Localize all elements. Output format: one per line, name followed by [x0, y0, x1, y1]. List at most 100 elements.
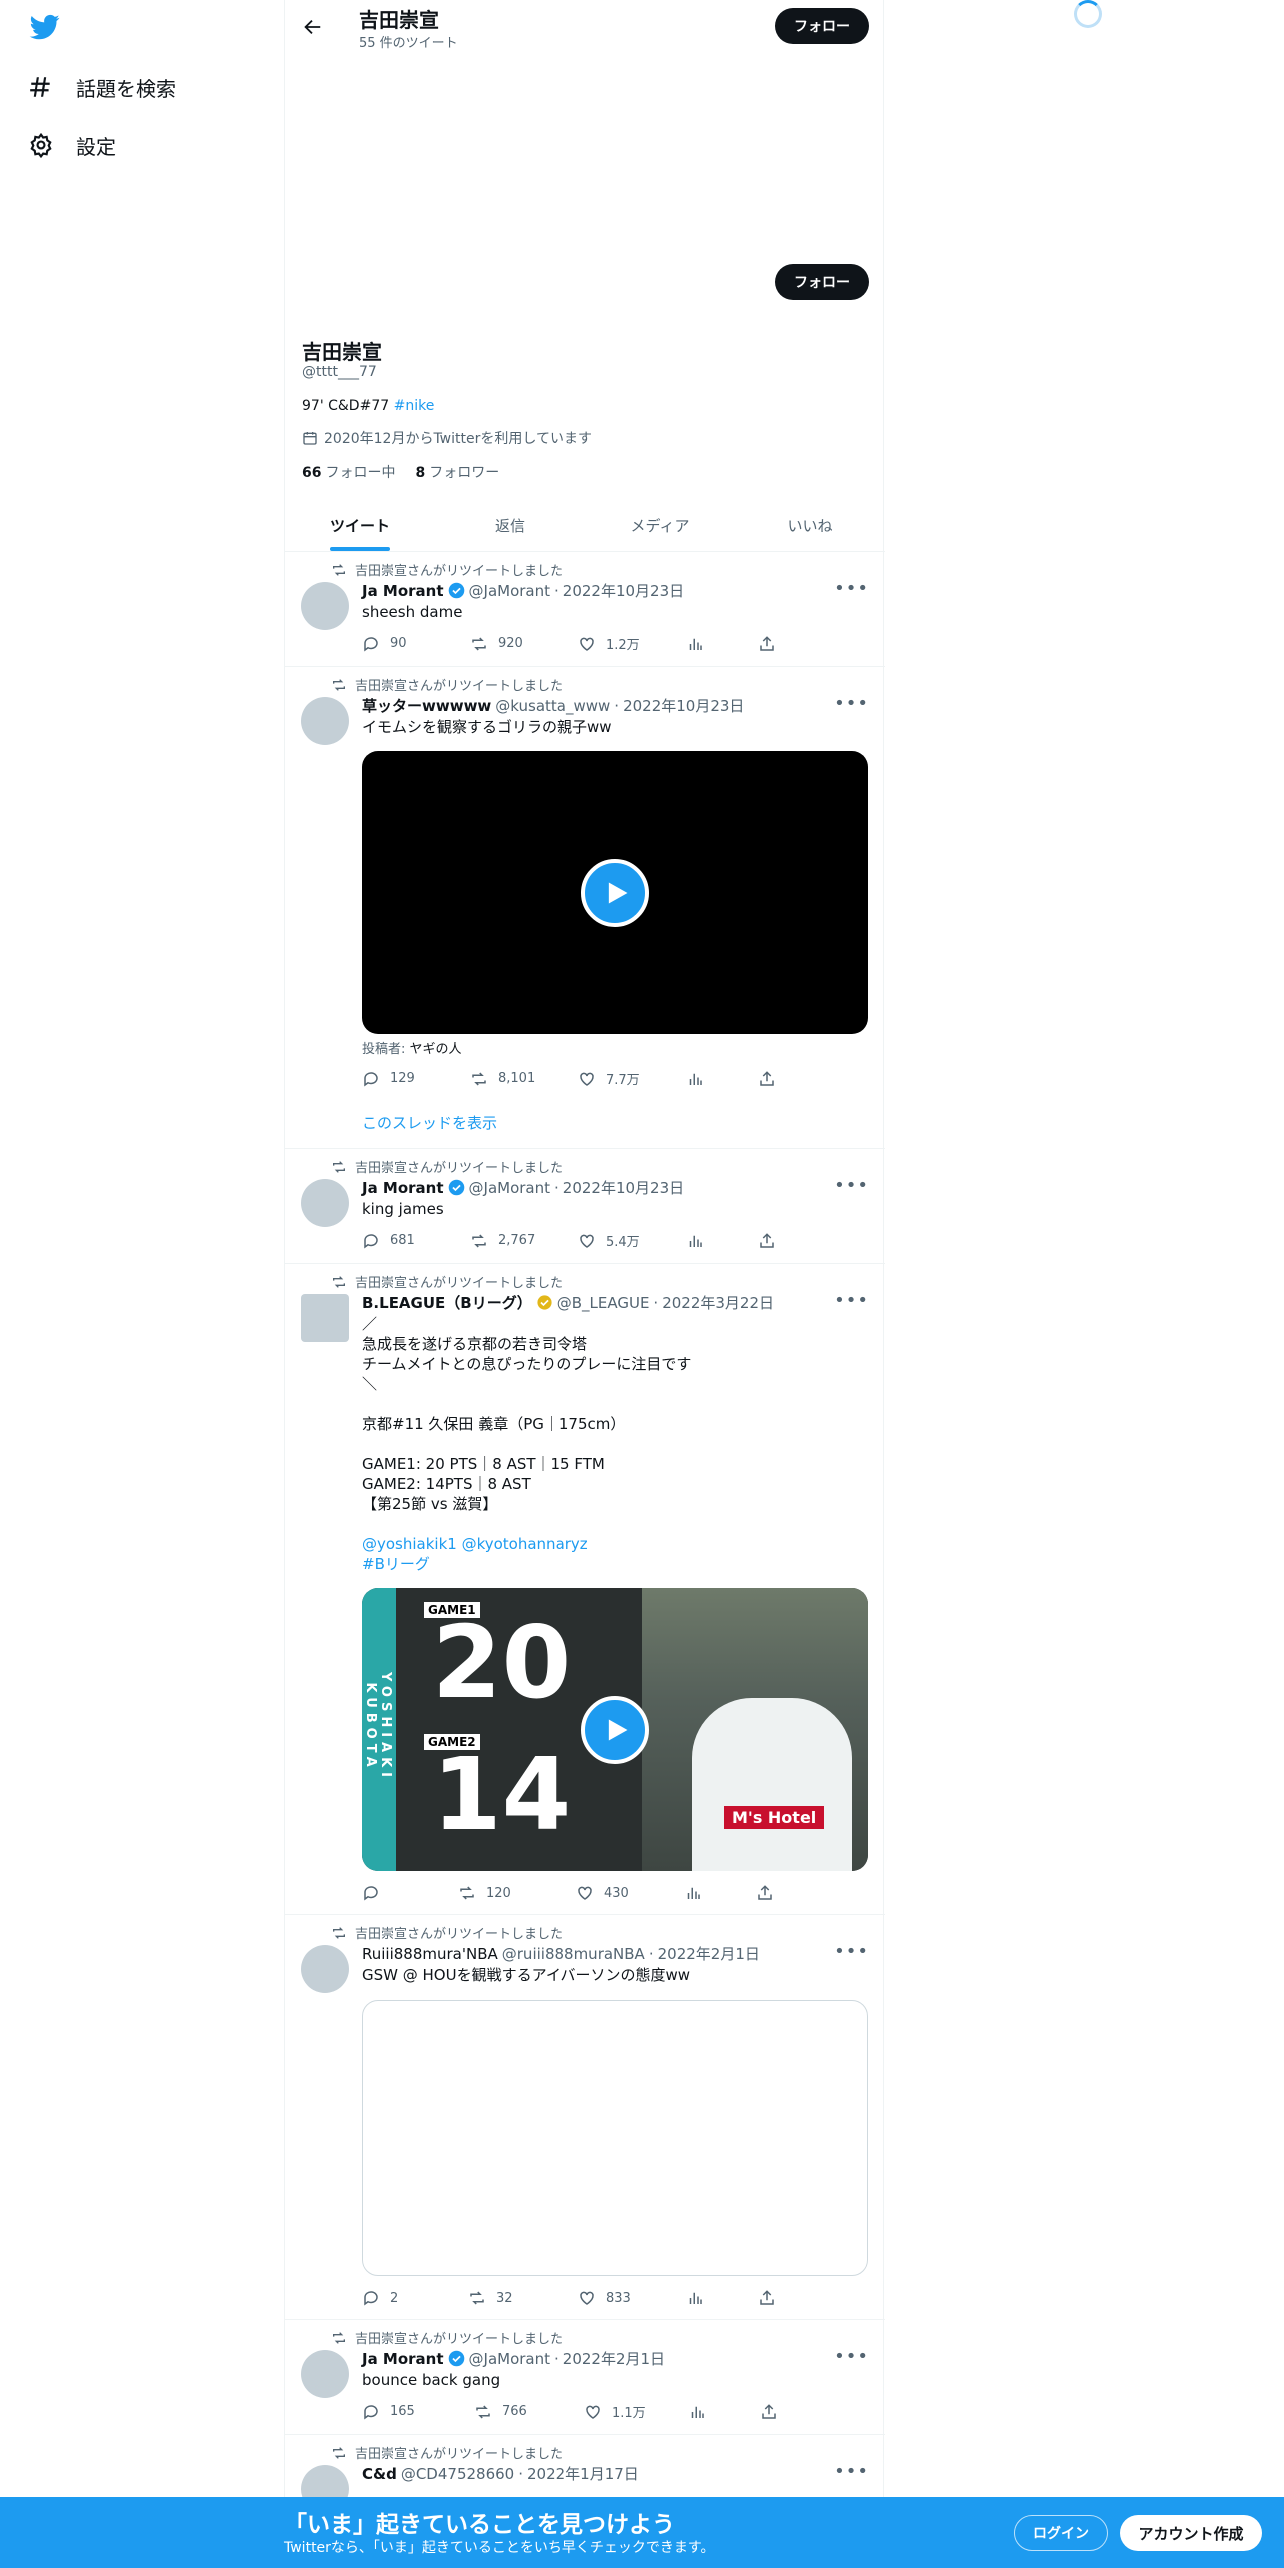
tweet[interactable]: 吉田崇宣さんがリツイートしました C&d @CD47528660 · 2022年1月1… — [285, 2435, 885, 2497]
tweet-mentions[interactable]: @yoshiakik1 @kyotohannaryz — [362, 1534, 588, 1554]
retweet-button[interactable]: 766 — [474, 2403, 584, 2421]
share-button[interactable] — [760, 2403, 800, 2421]
share-icon — [760, 2290, 774, 2305]
share-icon — [760, 1232, 774, 1248]
play-button[interactable] — [581, 858, 649, 927]
reply-button[interactable]: 129 — [362, 1070, 470, 1088]
analytics-button[interactable] — [688, 2403, 760, 2421]
reply-button[interactable]: 165 — [362, 2403, 474, 2421]
analytics-button[interactable] — [686, 1232, 758, 1250]
more-icon[interactable]: ••• — [834, 2461, 869, 2482]
signup-button[interactable]: アカウント作成 — [1120, 2515, 1262, 2551]
avatar[interactable] — [301, 2465, 349, 2497]
tweet-text: イモムシを観察するゴリラの親子ww — [362, 718, 612, 736]
avatar[interactable] — [301, 2350, 349, 2398]
share-button[interactable] — [758, 1070, 798, 1088]
twitter-logo-icon[interactable] — [28, 12, 62, 42]
more-icon[interactable]: ••• — [834, 693, 869, 714]
like-button[interactable]: 5.4万 — [578, 1231, 686, 1250]
tweet[interactable]: 吉田崇宣さんがリツイートしました 草ッターwwwww @kusatta_www · 2… — [285, 667, 885, 1149]
play-button[interactable] — [581, 1695, 649, 1764]
analytics-button[interactable] — [686, 2289, 758, 2307]
follow-counts: 66 フォロー中 8 フォロワー — [302, 462, 499, 482]
reply-button[interactable] — [362, 1884, 458, 1902]
profile-handle: @tttt___77 — [302, 364, 377, 380]
analytics-icon — [691, 2406, 704, 2418]
share-button[interactable] — [758, 635, 798, 653]
nav-explore[interactable]: 話題を検索 — [28, 65, 176, 109]
retweet-button[interactable]: 32 — [468, 2289, 578, 2307]
retweet-button[interactable]: 920 — [470, 635, 578, 653]
bio-hashtag-link[interactable]: #nike — [394, 398, 435, 414]
reply-icon — [364, 636, 378, 651]
retweet-button[interactable]: 2,767 — [470, 1232, 578, 1250]
nav-settings-label: 設定 — [76, 134, 116, 159]
following-label: フォロー中 — [325, 465, 396, 481]
more-icon[interactable]: ••• — [834, 1941, 869, 1962]
retweet-icon — [333, 1926, 345, 1939]
more-icon[interactable]: ••• — [834, 1290, 869, 1311]
analytics-button[interactable] — [684, 1884, 756, 1902]
tweet[interactable]: 吉田崇宣さんがリツイートしました B.LEAGUE（Bリーグ） @B_LEAGUE… — [285, 1264, 885, 1915]
tweet[interactable]: 吉田崇宣さんがリツイートしました Ja Morant @JaMorant · 2022… — [285, 552, 885, 667]
reply-icon — [364, 2291, 378, 2306]
share-button[interactable] — [756, 1884, 796, 1902]
show-thread-link[interactable]: このスレッドを表示 — [362, 1112, 497, 1133]
retweet-icon — [333, 563, 345, 576]
reply-button[interactable]: 681 — [362, 1232, 470, 1250]
thumbnail-sponsor: M's Hotel — [724, 1806, 825, 1829]
tab-tweets[interactable]: ツイート — [285, 500, 435, 551]
share-button[interactable] — [758, 1232, 798, 1250]
heart-icon — [586, 2405, 600, 2419]
media-placeholder[interactable] — [362, 2000, 868, 2276]
verified-badge-icon — [448, 1179, 464, 1196]
retweet-icon — [470, 2291, 484, 2305]
thumbnail-player-name: YOSHIAKI KUBOTA — [363, 1671, 393, 1783]
tab-likes[interactable]: いいね — [735, 500, 885, 551]
share-icon — [760, 635, 774, 651]
avatar[interactable] — [301, 1945, 349, 1993]
tab-replies[interactable]: 返信 — [435, 500, 585, 551]
more-icon[interactable]: ••• — [834, 578, 869, 599]
video-player[interactable] — [362, 751, 868, 1034]
nav-settings[interactable]: 設定 — [28, 123, 116, 167]
avatar[interactable] — [301, 1179, 349, 1227]
reply-button[interactable]: 90 — [362, 635, 470, 653]
avatar[interactable] — [301, 582, 349, 630]
login-button[interactable]: ログイン — [1014, 2515, 1108, 2551]
retweet-button[interactable]: 120 — [458, 1884, 576, 1902]
profile-follow-button[interactable]: フォロー — [775, 264, 869, 300]
back-arrow-icon[interactable] — [301, 16, 323, 38]
analytics-icon — [689, 1235, 702, 1247]
tweet-hashtag[interactable]: #Bリーグ — [362, 1554, 430, 1574]
following-link[interactable]: 66 フォロー中 — [302, 462, 395, 482]
like-button[interactable]: 833 — [578, 2289, 686, 2307]
more-icon[interactable]: ••• — [834, 2346, 869, 2367]
retweet-icon — [472, 636, 486, 651]
more-icon[interactable]: ••• — [834, 1175, 869, 1196]
tweet[interactable]: 吉田崇宣さんがリツイートしました Ja Morant @JaMorant · 2022… — [285, 1149, 885, 1264]
banner-title: 「いま」起きていることを見つけよう — [284, 2512, 675, 2538]
video-player[interactable]: YOSHIAKI KUBOTA GAME1 20 GAME2 14 M's Ho… — [362, 1588, 868, 1871]
tweet[interactable]: 吉田崇宣さんがリツイートしました Ja Morant @JaMorant · 2022… — [285, 2320, 885, 2435]
like-button[interactable]: 430 — [576, 1884, 684, 1902]
analytics-button[interactable] — [686, 1070, 758, 1088]
heart-icon — [580, 1234, 594, 1248]
tweet-text: bounce back gang — [362, 2371, 501, 2389]
tab-media[interactable]: メディア — [585, 500, 735, 551]
header-name: 吉田崇宣 — [359, 8, 439, 32]
followers-link[interactable]: 8 フォロワー — [415, 462, 499, 482]
header-follow-button[interactable]: フォロー — [775, 8, 869, 44]
retweet-button[interactable]: 8,101 — [470, 1070, 578, 1088]
avatar[interactable] — [301, 697, 349, 745]
like-button[interactable]: 1.2万 — [578, 634, 686, 653]
avatar[interactable] — [301, 1294, 349, 1342]
share-button[interactable] — [758, 2289, 798, 2307]
like-button[interactable]: 1.1万 — [584, 2402, 688, 2421]
tweet[interactable]: 吉田崇宣さんがリツイートしました Ruiii888mura'NBA @ruiii8… — [285, 1915, 885, 2320]
reply-icon — [364, 1071, 378, 1086]
like-button[interactable]: 7.7万 — [578, 1069, 686, 1088]
retweet-indicator: 吉田崇宣さんがリツイートしました — [331, 1923, 563, 1942]
reply-button[interactable]: 2 — [362, 2289, 468, 2307]
analytics-button[interactable] — [686, 635, 758, 653]
